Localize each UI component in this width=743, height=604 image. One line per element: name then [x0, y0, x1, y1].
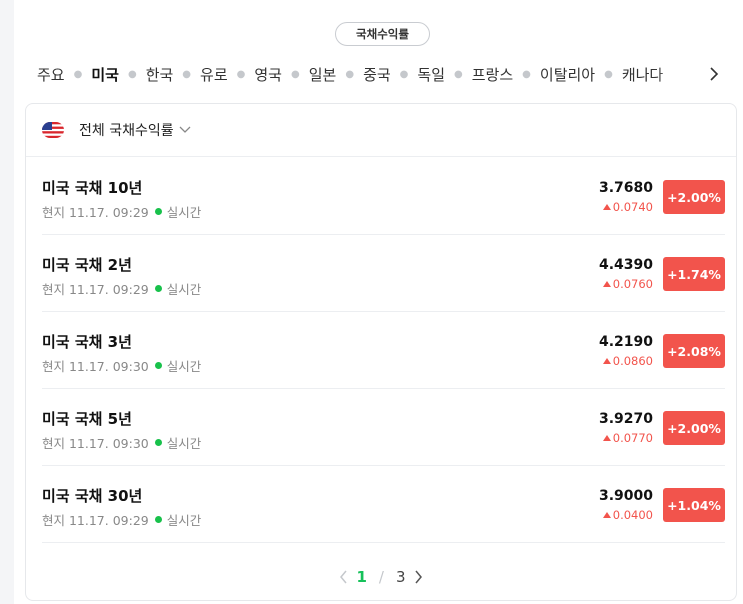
country-tabs: 주요 ● 미국 ● 한국 ● 유로 ● 영국 ● 일본 ● 중국 ● 독일 ● …: [36, 62, 736, 86]
live-label: 실시간: [166, 513, 202, 528]
page-container: 국채수익률 주요 ● 미국 ● 한국 ● 유로 ● 영국 ● 일본 ● 중국 ●…: [14, 0, 743, 604]
triangle-up-icon: [602, 512, 611, 518]
tab-separator: ●: [522, 68, 531, 80]
tab-usa[interactable]: 미국: [90, 64, 120, 85]
percent-badge: +2.00%: [663, 411, 725, 445]
triangle-up-icon: [602, 281, 611, 287]
yield-row-30y[interactable]: 미국 국채 30년 현지 11.17. 09:29 실시간 3.9000 0.0…: [42, 466, 725, 543]
tab-china[interactable]: 중국: [362, 64, 392, 85]
card-title: 전체 국채수익률: [79, 123, 174, 139]
tab-france[interactable]: 프랑스: [471, 64, 514, 85]
chevron-down-icon[interactable]: [179, 126, 191, 134]
local-time: 현지 11.17. 09:30: [42, 359, 149, 374]
percent-badge: +2.00%: [663, 180, 725, 214]
live-dot-icon: [154, 208, 162, 215]
current-page: 1: [356, 568, 367, 586]
local-time: 현지 11.17. 09:29: [42, 205, 149, 220]
chevron-left-icon[interactable]: [339, 570, 348, 584]
yield-value: 3.7680: [598, 180, 653, 196]
live-dot-icon: [154, 285, 162, 292]
bond-name: 미국 국채 30년: [42, 487, 143, 505]
yield-change: 0.0400: [602, 508, 653, 522]
yield-change: 0.0760: [602, 277, 653, 291]
percent-badge: +2.08%: [663, 334, 725, 368]
bond-time: 현지 11.17. 09:29 실시간: [42, 510, 201, 529]
yield-row-3y[interactable]: 미국 국채 3년 현지 11.17. 09:30 실시간 4.2190 0.08…: [42, 312, 725, 389]
local-time: 현지 11.17. 09:29: [42, 513, 149, 528]
live-dot-icon: [154, 362, 162, 369]
yield-change: 0.0740: [602, 200, 653, 214]
local-time: 현지 11.17. 09:30: [42, 436, 149, 451]
chevron-right-icon[interactable]: [414, 570, 423, 584]
total-pages: 3: [395, 568, 406, 586]
change-value: 0.0860: [612, 354, 653, 368]
percent-badge: +1.74%: [663, 257, 725, 291]
change-value: 0.0400: [612, 508, 653, 522]
live-label: 실시간: [166, 205, 202, 220]
yield-row-10y[interactable]: 미국 국채 10년 현지 11.17. 09:29 실시간 3.7680 0.0…: [42, 158, 725, 235]
pagination: 1 / 3: [26, 565, 736, 589]
change-value: 0.0760: [612, 277, 653, 291]
live-dot-icon: [154, 439, 162, 446]
yield-change: 0.0770: [602, 431, 653, 445]
triangle-up-icon: [602, 358, 611, 364]
tab-separator: ●: [236, 68, 246, 80]
tab-separator: ●: [604, 68, 613, 80]
change-value: 0.0770: [612, 431, 653, 445]
bond-time: 현지 11.17. 09:29 실시간: [42, 202, 201, 221]
yield-change: 0.0860: [602, 354, 653, 368]
bond-time: 현지 11.17. 09:30 실시간: [42, 356, 201, 375]
tab-euro[interactable]: 유로: [199, 64, 229, 85]
tab-separator: ●: [73, 68, 83, 80]
yield-value: 4.4390: [598, 257, 653, 273]
tab-major[interactable]: 주요: [36, 64, 66, 85]
bond-time: 현지 11.17. 09:30 실시간: [42, 433, 201, 452]
yield-value: 3.9270: [598, 411, 653, 427]
tab-separator: ●: [127, 68, 137, 80]
tab-separator: ●: [182, 68, 192, 80]
percent-badge: +1.04%: [663, 488, 725, 522]
tab-japan[interactable]: 일본: [308, 64, 338, 85]
tab-korea[interactable]: 한국: [145, 64, 175, 85]
tab-uk[interactable]: 영국: [253, 64, 283, 85]
tab-italy[interactable]: 이탈리아: [539, 64, 596, 85]
live-label: 실시간: [166, 436, 202, 451]
tab-separator: ●: [454, 68, 463, 80]
page-separator: /: [378, 568, 384, 586]
yield-card: 전체 국채수익률 미국 국채 10년 현지 11.17. 09:29 실시간 3…: [25, 103, 737, 601]
card-header[interactable]: 전체 국채수익률: [26, 104, 736, 157]
us-flag-icon: [42, 122, 64, 138]
bond-time: 현지 11.17. 09:29 실시간: [42, 279, 201, 298]
yield-row-2y[interactable]: 미국 국채 2년 현지 11.17. 09:29 실시간 4.4390 0.07…: [42, 235, 725, 312]
bond-name: 미국 국채 10년: [42, 179, 143, 197]
tab-separator: ●: [290, 68, 300, 80]
section-pill-button[interactable]: 국채수익률: [335, 22, 430, 46]
change-value: 0.0740: [612, 200, 653, 214]
local-time: 현지 11.17. 09:29: [42, 282, 149, 297]
yield-value: 3.9000: [598, 488, 653, 504]
tab-germany[interactable]: 독일: [416, 64, 446, 85]
tab-separator: ●: [345, 68, 355, 80]
triangle-up-icon: [602, 435, 611, 441]
yield-value: 4.2190: [598, 334, 653, 350]
tabs-fade-overlay: [654, 60, 704, 88]
live-label: 실시간: [166, 359, 202, 374]
triangle-up-icon: [602, 204, 611, 210]
bond-name: 미국 국채 3년: [42, 333, 132, 351]
live-dot-icon: [154, 516, 162, 523]
tab-separator: ●: [399, 68, 409, 80]
yield-row-5y[interactable]: 미국 국채 5년 현지 11.17. 09:30 실시간 3.9270 0.07…: [42, 389, 725, 466]
bond-name: 미국 국채 2년: [42, 256, 132, 274]
chevron-right-icon[interactable]: [704, 62, 724, 86]
bond-name: 미국 국채 5년: [42, 410, 132, 428]
live-label: 실시간: [166, 282, 202, 297]
